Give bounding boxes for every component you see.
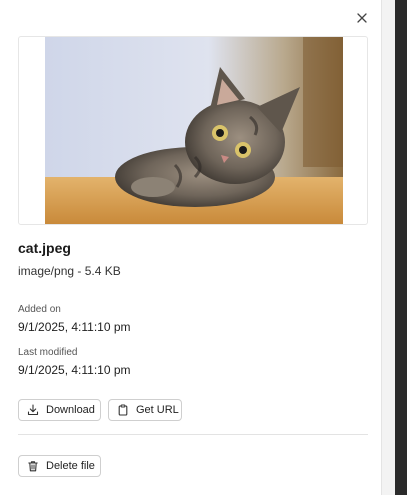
divider — [18, 434, 368, 435]
download-label: Download — [46, 404, 95, 416]
trash-icon — [28, 461, 38, 472]
get-url-label: Get URL — [136, 404, 179, 416]
image-preview — [18, 36, 368, 225]
last-modified-label: Last modified — [18, 347, 78, 358]
close-button[interactable] — [352, 8, 372, 28]
delete-file-button[interactable]: Delete file — [18, 455, 101, 477]
added-on-label: Added on — [18, 304, 61, 315]
file-details-panel: cat.jpeg image/png - 5.4 KB Added on 9/1… — [0, 0, 382, 495]
last-modified-value: 9/1/2025, 4:11:10 pm — [18, 363, 131, 377]
cat-image — [45, 37, 343, 224]
delete-file-label: Delete file — [46, 460, 95, 472]
clipboard-icon — [118, 404, 128, 416]
file-name: cat.jpeg — [18, 240, 71, 256]
background-edge — [395, 0, 407, 495]
close-icon — [357, 13, 367, 23]
get-url-button[interactable]: Get URL — [108, 399, 182, 421]
download-icon — [27, 404, 39, 416]
file-type-size: image/png - 5.4 KB — [18, 264, 121, 278]
added-on-value: 9/1/2025, 4:11:10 pm — [18, 320, 131, 334]
download-button[interactable]: Download — [18, 399, 101, 421]
